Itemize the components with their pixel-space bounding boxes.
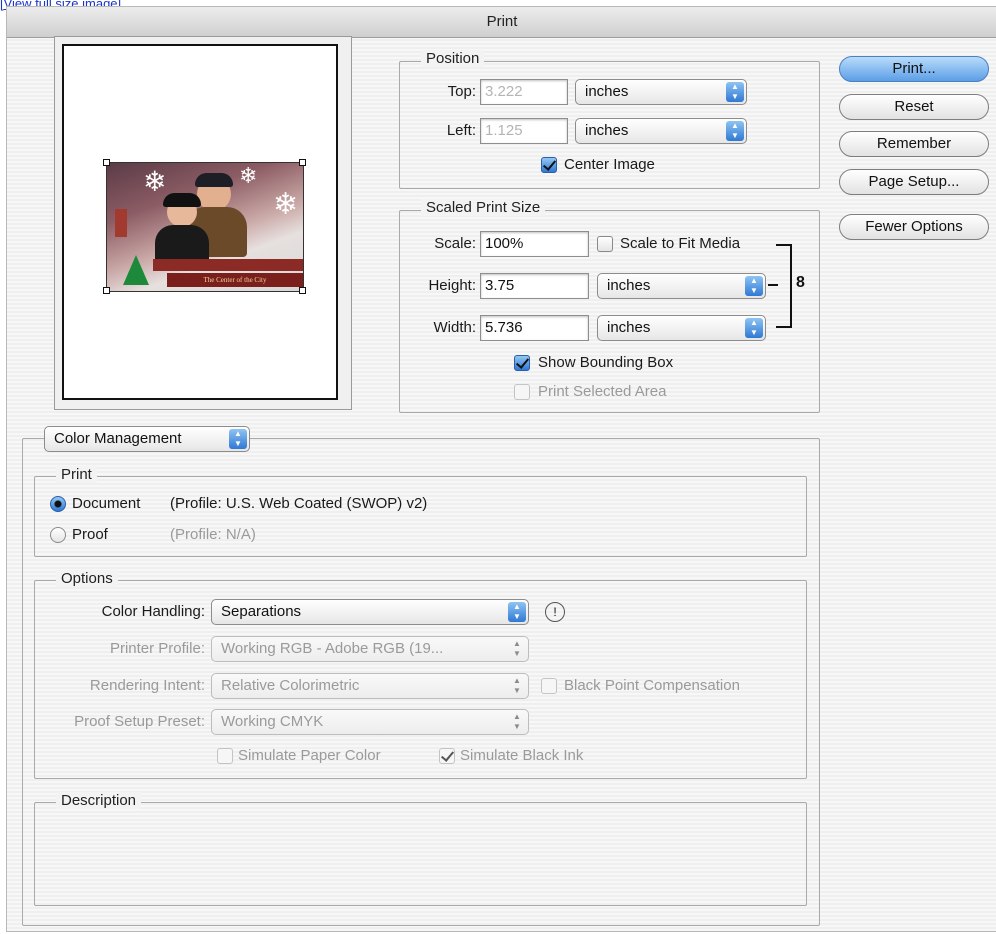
- options-legend: Options: [56, 570, 118, 587]
- document-radio[interactable]: [50, 496, 66, 512]
- simulate-black-ink-checkbox[interactable]: [439, 748, 455, 764]
- print-selected-area-label: Print Selected Area: [538, 383, 667, 400]
- updown-arrows-icon: ▲ ▼: [745, 276, 763, 296]
- top-unit-value: inches: [585, 83, 629, 100]
- simulate-paper-color-checkbox[interactable]: [217, 748, 233, 764]
- top-input[interactable]: 3.222: [480, 79, 568, 105]
- rendering-intent-select[interactable]: Relative Colorimetric ▲ ▼: [211, 673, 529, 699]
- color-handling-select[interactable]: Separations ▲ ▼: [211, 599, 529, 625]
- proof-label: Proof: [72, 526, 108, 543]
- updown-arrows-icon: ▲ ▼: [726, 121, 744, 141]
- snowflake-icon: ❄: [143, 166, 167, 197]
- center-image-checkbox[interactable]: [541, 157, 557, 173]
- chain-link-icon[interactable]: 8: [796, 274, 805, 292]
- scale-to-fit-label: Scale to Fit Media: [620, 235, 741, 252]
- black-point-compensation-checkbox[interactable]: [541, 678, 557, 694]
- scaled-print-size-legend: Scaled Print Size: [421, 199, 546, 216]
- proof-setup-preset-value: Working CMYK: [221, 713, 324, 730]
- scale-label: Scale:: [434, 235, 476, 252]
- hat-man: [195, 173, 233, 187]
- proof-setup-preset-select[interactable]: Working CMYK ▲ ▼: [211, 709, 529, 735]
- reset-button[interactable]: Reset: [839, 94, 989, 120]
- document-profile: (Profile: U.S. Web Coated (SWOP) v2): [170, 495, 428, 512]
- description-legend: Description: [56, 792, 142, 809]
- page-setup-button[interactable]: Page Setup...: [839, 169, 989, 195]
- updown-arrows-icon: ▲ ▼: [508, 602, 526, 622]
- bbox-handle[interactable]: [299, 287, 306, 294]
- updown-arrows-icon: ▲ ▼: [513, 676, 521, 695]
- print-group-legend: Print: [56, 466, 97, 483]
- document-label: Document: [72, 495, 141, 512]
- description-group: [34, 802, 807, 906]
- height-unit-value: inches: [607, 277, 651, 294]
- updown-arrows-icon: ▲ ▼: [726, 82, 744, 102]
- proof-radio[interactable]: [50, 527, 66, 543]
- rendering-intent-label: Rendering Intent:: [89, 677, 205, 694]
- width-label: Width:: [433, 319, 476, 336]
- banner-top: [153, 259, 303, 271]
- center-image-label: Center Image: [564, 156, 655, 173]
- color-handling-value: Separations: [221, 603, 302, 620]
- print-selected-area-checkbox[interactable]: [514, 384, 530, 400]
- proof-profile: (Profile: N/A): [170, 526, 256, 543]
- hat-woman: [163, 193, 201, 207]
- width-input[interactable]: 5.736: [480, 315, 589, 341]
- black-point-compensation-label: Black Point Compensation: [564, 677, 740, 694]
- print-profile-group: [34, 476, 807, 557]
- scale-input[interactable]: 100%: [480, 231, 589, 257]
- show-bounding-box-label: Show Bounding Box: [538, 354, 674, 371]
- snowflake-icon: ❄: [239, 163, 258, 188]
- updown-arrows-icon: ▲ ▼: [745, 318, 763, 338]
- section-select[interactable]: Color Management ▲ ▼: [44, 426, 250, 452]
- left-input[interactable]: 1.125: [480, 118, 568, 144]
- bbox-handle[interactable]: [299, 159, 306, 166]
- bbox-handle[interactable]: [103, 159, 110, 166]
- top-unit-select[interactable]: inches ▲ ▼: [575, 79, 747, 105]
- snowflake-icon: ❄: [273, 188, 299, 221]
- width-unit-select[interactable]: inches ▲ ▼: [597, 315, 766, 341]
- position-legend: Position: [421, 50, 485, 67]
- rendering-intent-value: Relative Colorimetric: [221, 677, 360, 694]
- height-label: Height:: [428, 277, 476, 294]
- printer-profile-value: Working RGB - Adobe RGB (19...: [221, 640, 444, 657]
- simulate-black-ink-label: Simulate Black Ink: [460, 747, 584, 764]
- tree-icon: [123, 255, 149, 285]
- height-input[interactable]: 3.75: [480, 273, 589, 299]
- image-preview[interactable]: ❄ ❄ ❄ The Center of the City: [106, 162, 304, 292]
- printer-profile-select[interactable]: Working RGB - Adobe RGB (19... ▲ ▼: [211, 636, 529, 662]
- left-unit-select[interactable]: inches ▲ ▼: [575, 118, 747, 144]
- scale-to-fit-checkbox[interactable]: [597, 236, 613, 252]
- top-label: Top:: [447, 83, 476, 100]
- bbox-handle[interactable]: [103, 287, 110, 294]
- window-title: Print: [7, 7, 996, 38]
- left-label: Left:: [446, 122, 476, 139]
- section-select-value: Color Management: [54, 430, 182, 447]
- updown-arrows-icon: ▲ ▼: [229, 429, 247, 449]
- height-unit-select[interactable]: inches ▲ ▼: [597, 273, 766, 299]
- constrain-bracket: [776, 244, 792, 328]
- color-handling-label: Color Handling:: [101, 603, 205, 620]
- print-button[interactable]: Print...: [839, 56, 989, 82]
- printer-profile-label: Printer Profile:: [109, 640, 205, 657]
- show-bounding-box-checkbox[interactable]: [514, 355, 530, 371]
- simulate-paper-color-label: Simulate Paper Color: [238, 747, 381, 764]
- width-unit-value: inches: [607, 319, 651, 336]
- info-icon[interactable]: !: [545, 602, 565, 622]
- bracket-tick: [768, 284, 778, 286]
- card-subtitle: The Center of the City: [167, 273, 303, 287]
- updown-arrows-icon: ▲ ▼: [513, 639, 521, 658]
- updown-arrows-icon: ▲ ▼: [513, 712, 521, 731]
- proof-setup-preset-label: Proof Setup Preset:: [74, 713, 205, 730]
- skater: [115, 209, 127, 237]
- left-unit-value: inches: [585, 122, 629, 139]
- remember-button[interactable]: Remember: [839, 131, 989, 157]
- fewer-options-button[interactable]: Fewer Options: [839, 214, 989, 240]
